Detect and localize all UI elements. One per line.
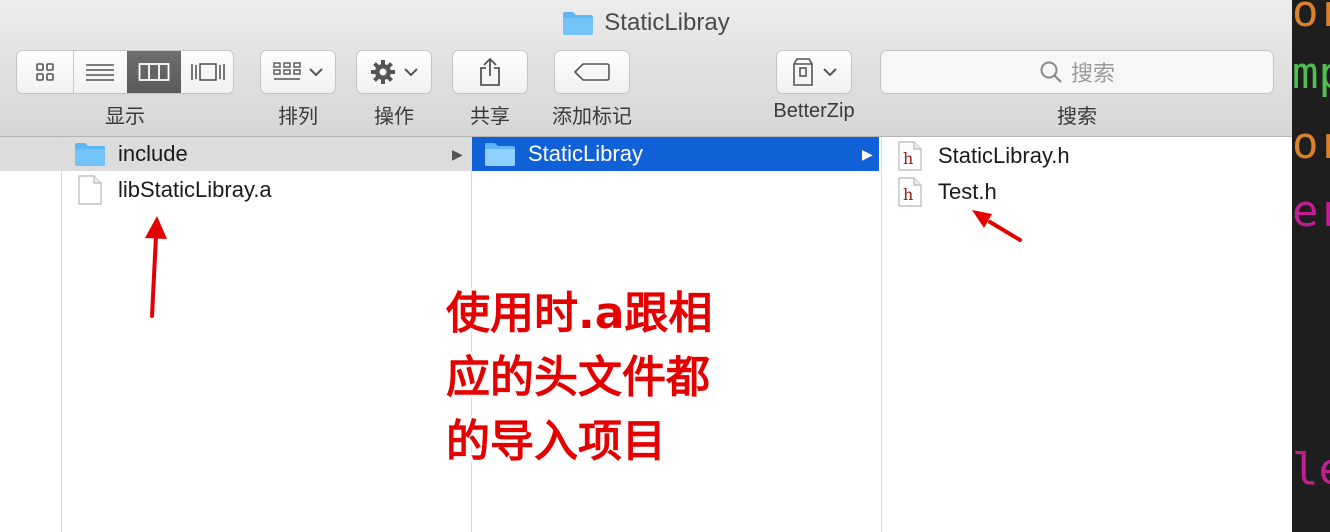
item-label: include [118, 141, 188, 166]
code-fragment: or [1292, 118, 1330, 169]
search-input[interactable]: 搜索 [880, 50, 1274, 94]
action-button[interactable] [356, 50, 432, 94]
code-editor-strip: or mp or er le [1292, 0, 1330, 532]
item-label: StaticLibray [528, 141, 643, 166]
list-item[interactable]: libStaticLibray.a [62, 173, 471, 207]
finder-window: StaticLibray 显示 排列 操作 共享 添加标记 BetterZip … [0, 0, 1292, 532]
search-placeholder: 搜索 [1070, 61, 1115, 86]
search-label: 搜索 [1057, 106, 1097, 128]
disclosure-arrow-icon: ▶ [452, 145, 463, 162]
annotation-line: 的导入项目 [446, 416, 666, 467]
folder-icon [484, 141, 516, 167]
chevron-down-icon [404, 67, 418, 77]
svg-text:h: h [903, 185, 913, 204]
arrange-grid-icon [273, 62, 301, 82]
columns-icon [138, 62, 170, 82]
tag-icon [574, 62, 610, 82]
window-title: StaticLibray [0, 8, 1292, 38]
gear-icon [370, 59, 396, 85]
view-label: 显示 [105, 106, 145, 128]
arrange-label: 排列 [278, 106, 318, 128]
item-label: libStaticLibray.a [118, 177, 272, 202]
icon-view-button[interactable] [17, 51, 74, 93]
list-item[interactable]: StaticLibray ▶ [472, 137, 879, 171]
list-icon [85, 62, 115, 82]
header-file-icon: h [898, 177, 922, 207]
folder-icon [74, 141, 106, 167]
code-fragment: or [1292, 0, 1330, 37]
share-button[interactable] [452, 50, 528, 94]
annotation-line: 应的头文件都 [446, 352, 710, 403]
row-highlight [0, 137, 61, 171]
cover-flow-icon [190, 61, 226, 83]
browser-column-3: h StaticLibray.h h Test.h [882, 137, 1292, 532]
header-file-icon: h [898, 141, 922, 171]
betterzip-label: BetterZip [773, 100, 855, 122]
list-item[interactable]: h Test.h [882, 175, 1292, 209]
add-tags-button[interactable] [554, 50, 630, 94]
browser-column-1: include ▶ libStaticLibray.a [62, 137, 472, 532]
search-icon [1039, 60, 1063, 84]
column-view-button[interactable] [127, 51, 181, 93]
add-tags-label: 添加标记 [552, 106, 632, 128]
annotation-line: 使用时.a跟相 [446, 288, 713, 339]
toolbar: StaticLibray 显示 排列 操作 共享 添加标记 BetterZip … [0, 0, 1292, 137]
disclosure-arrow-icon: ▶ [862, 145, 873, 162]
list-view-button[interactable] [73, 51, 128, 93]
browser-column-0 [0, 137, 62, 532]
window-title-text: StaticLibray [604, 9, 730, 36]
folder-icon [562, 10, 594, 36]
code-fragment: le [1292, 444, 1330, 495]
list-item[interactable]: include ▶ [62, 137, 471, 171]
archive-icon [791, 58, 815, 86]
chevron-down-icon [823, 67, 837, 77]
chevron-down-icon [309, 67, 323, 77]
item-label: StaticLibray.h [938, 143, 1070, 168]
action-label: 操作 [374, 106, 414, 128]
document-icon [78, 175, 102, 205]
code-fragment: er [1292, 186, 1330, 237]
annotation-text: 使用时.a跟相 应的头文件都 的导入项目 [446, 282, 746, 474]
view-segmented-control [16, 50, 234, 94]
arrange-button[interactable] [260, 50, 336, 94]
share-label: 共享 [470, 106, 510, 128]
svg-text:h: h [903, 149, 913, 168]
list-item[interactable]: h StaticLibray.h [882, 139, 1292, 173]
item-label: Test.h [938, 179, 997, 204]
code-fragment: mp [1292, 48, 1330, 99]
share-icon [478, 57, 502, 87]
grid-icon [35, 62, 55, 82]
gallery-view-button[interactable] [181, 51, 233, 93]
betterzip-button[interactable] [776, 50, 852, 94]
